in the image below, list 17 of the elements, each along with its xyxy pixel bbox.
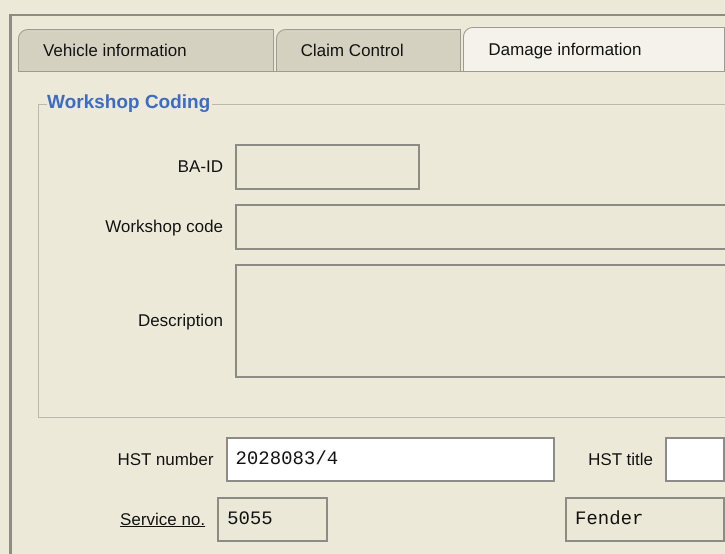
field-label: BA-ID xyxy=(176,156,224,178)
input-field[interactable] xyxy=(235,204,725,250)
input-field[interactable] xyxy=(235,144,420,190)
field-label: Description xyxy=(136,310,224,332)
tab[interactable]: Damage information xyxy=(463,27,725,71)
tab[interactable]: Claim Control xyxy=(276,29,462,71)
input-field[interactable]: 5055 xyxy=(217,497,328,542)
field-label: Workshop code xyxy=(104,216,224,238)
field-label: HST title xyxy=(587,448,654,471)
input-field[interactable] xyxy=(665,437,725,482)
field-label: HST number xyxy=(116,448,214,471)
field-link[interactable]: Service no. xyxy=(36,506,218,532)
text-area[interactable] xyxy=(235,264,725,378)
input-field[interactable]: 2028083/4 xyxy=(226,437,555,482)
group-title: Workshop Coding xyxy=(47,91,212,115)
input-field[interactable]: Fender xyxy=(565,497,725,542)
tab[interactable]: Vehicle information xyxy=(18,29,274,71)
